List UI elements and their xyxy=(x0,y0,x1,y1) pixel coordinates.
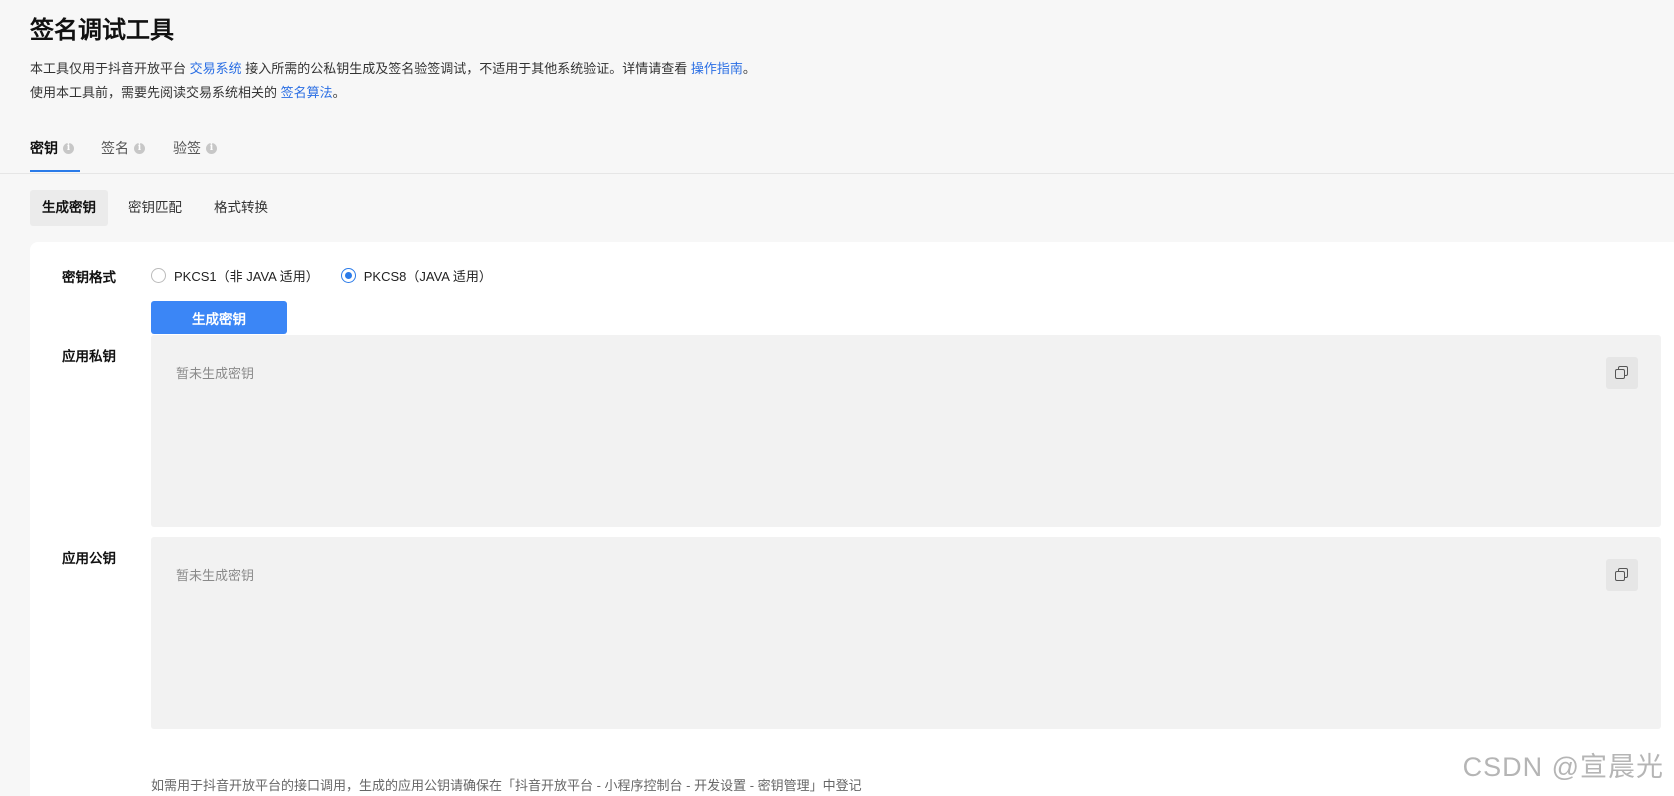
desc-text: 接入所需的公私钥生成及签名验签调试，不适用于其他系统验证。详情请查看 xyxy=(241,61,691,76)
key-generation-card: 密钥格式 PKCS1（非 JAVA 适用） PKCS8（JAVA 适用） 生成密… xyxy=(30,242,1674,796)
tab-label: 验签 xyxy=(173,140,201,156)
info-icon[interactable]: i xyxy=(206,142,217,154)
desc-text: 。 xyxy=(742,61,756,76)
copy-icon xyxy=(1615,366,1629,380)
description-line-1: 本工具仅用于抖音开放平台 交易系统 接入所需的公私钥生成及签名验签调试，不适用于… xyxy=(30,58,756,77)
public-key-hint: 如需用于抖音开放平台的接口调用，生成的应用公钥请确保在「抖音开放平台 - 小程序… xyxy=(151,778,862,793)
operation-guide-link[interactable]: 操作指南 xyxy=(691,61,743,76)
tab-sign[interactable]: 签名 i xyxy=(101,138,145,158)
key-format-radio-group: PKCS1（非 JAVA 适用） PKCS8（JAVA 适用） xyxy=(151,266,514,284)
key-format-label: 密钥格式 xyxy=(62,270,116,285)
tab-label: 签名 xyxy=(101,140,129,156)
info-icon[interactable]: i xyxy=(63,142,74,154)
radio-pkcs1[interactable]: PKCS1（非 JAVA 适用） xyxy=(151,266,319,285)
copy-icon xyxy=(1615,568,1629,582)
description-line-2: 使用本工具前，需要先阅读交易系统相关的 签名算法。 xyxy=(30,82,346,101)
public-key-label: 应用公钥 xyxy=(62,551,116,566)
radio-label: PKCS8（JAVA 适用） xyxy=(363,268,492,284)
sub-tabs: 生成密钥 密钥匹配 格式转换 xyxy=(30,190,288,226)
copy-private-key-button[interactable] xyxy=(1606,357,1638,389)
private-key-label: 应用私钥 xyxy=(62,349,116,364)
active-tab-indicator xyxy=(30,170,80,172)
radio-circle-checked[interactable] xyxy=(340,267,356,283)
private-key-placeholder: 暂未生成密钥 xyxy=(176,366,255,381)
copy-public-key-button[interactable] xyxy=(1606,559,1638,591)
desc-text: 本工具仅用于抖音开放平台 xyxy=(30,61,190,76)
public-key-placeholder: 暂未生成密钥 xyxy=(176,568,255,583)
signature-algorithm-link[interactable]: 签名算法 xyxy=(281,85,333,100)
tab-verify[interactable]: 验签 i xyxy=(173,138,217,158)
subtab-generate-key[interactable]: 生成密钥 xyxy=(30,190,108,226)
subtab-format-convert[interactable]: 格式转换 xyxy=(202,190,280,226)
radio-circle[interactable] xyxy=(151,267,166,283)
generate-key-button[interactable]: 生成密钥 xyxy=(151,301,287,334)
public-key-textarea[interactable]: 暂未生成密钥 xyxy=(151,537,1661,729)
desc-text: 使用本工具前，需要先阅读交易系统相关的 xyxy=(30,85,281,100)
watermark: CSDN @宣晨光 xyxy=(1462,752,1664,782)
radio-pkcs8[interactable]: PKCS8（JAVA 适用） xyxy=(340,266,492,285)
info-icon[interactable]: i xyxy=(134,142,145,154)
page: 签名调试工具 本工具仅用于抖音开放平台 交易系统 接入所需的公私钥生成及签名验签… xyxy=(0,0,1674,796)
trading-system-link[interactable]: 交易系统 xyxy=(190,61,242,76)
page-title: 签名调试工具 xyxy=(30,17,174,44)
radio-label: PKCS1（非 JAVA 适用） xyxy=(174,268,319,284)
subtab-key-match[interactable]: 密钥匹配 xyxy=(116,190,194,226)
desc-text: 。 xyxy=(332,85,346,100)
tab-key[interactable]: 密钥 i xyxy=(30,138,74,158)
private-key-textarea[interactable]: 暂未生成密钥 xyxy=(151,335,1661,527)
tab-label: 密钥 xyxy=(30,140,58,156)
main-tabs: 密钥 i 签名 i 验签 i xyxy=(0,118,1674,174)
